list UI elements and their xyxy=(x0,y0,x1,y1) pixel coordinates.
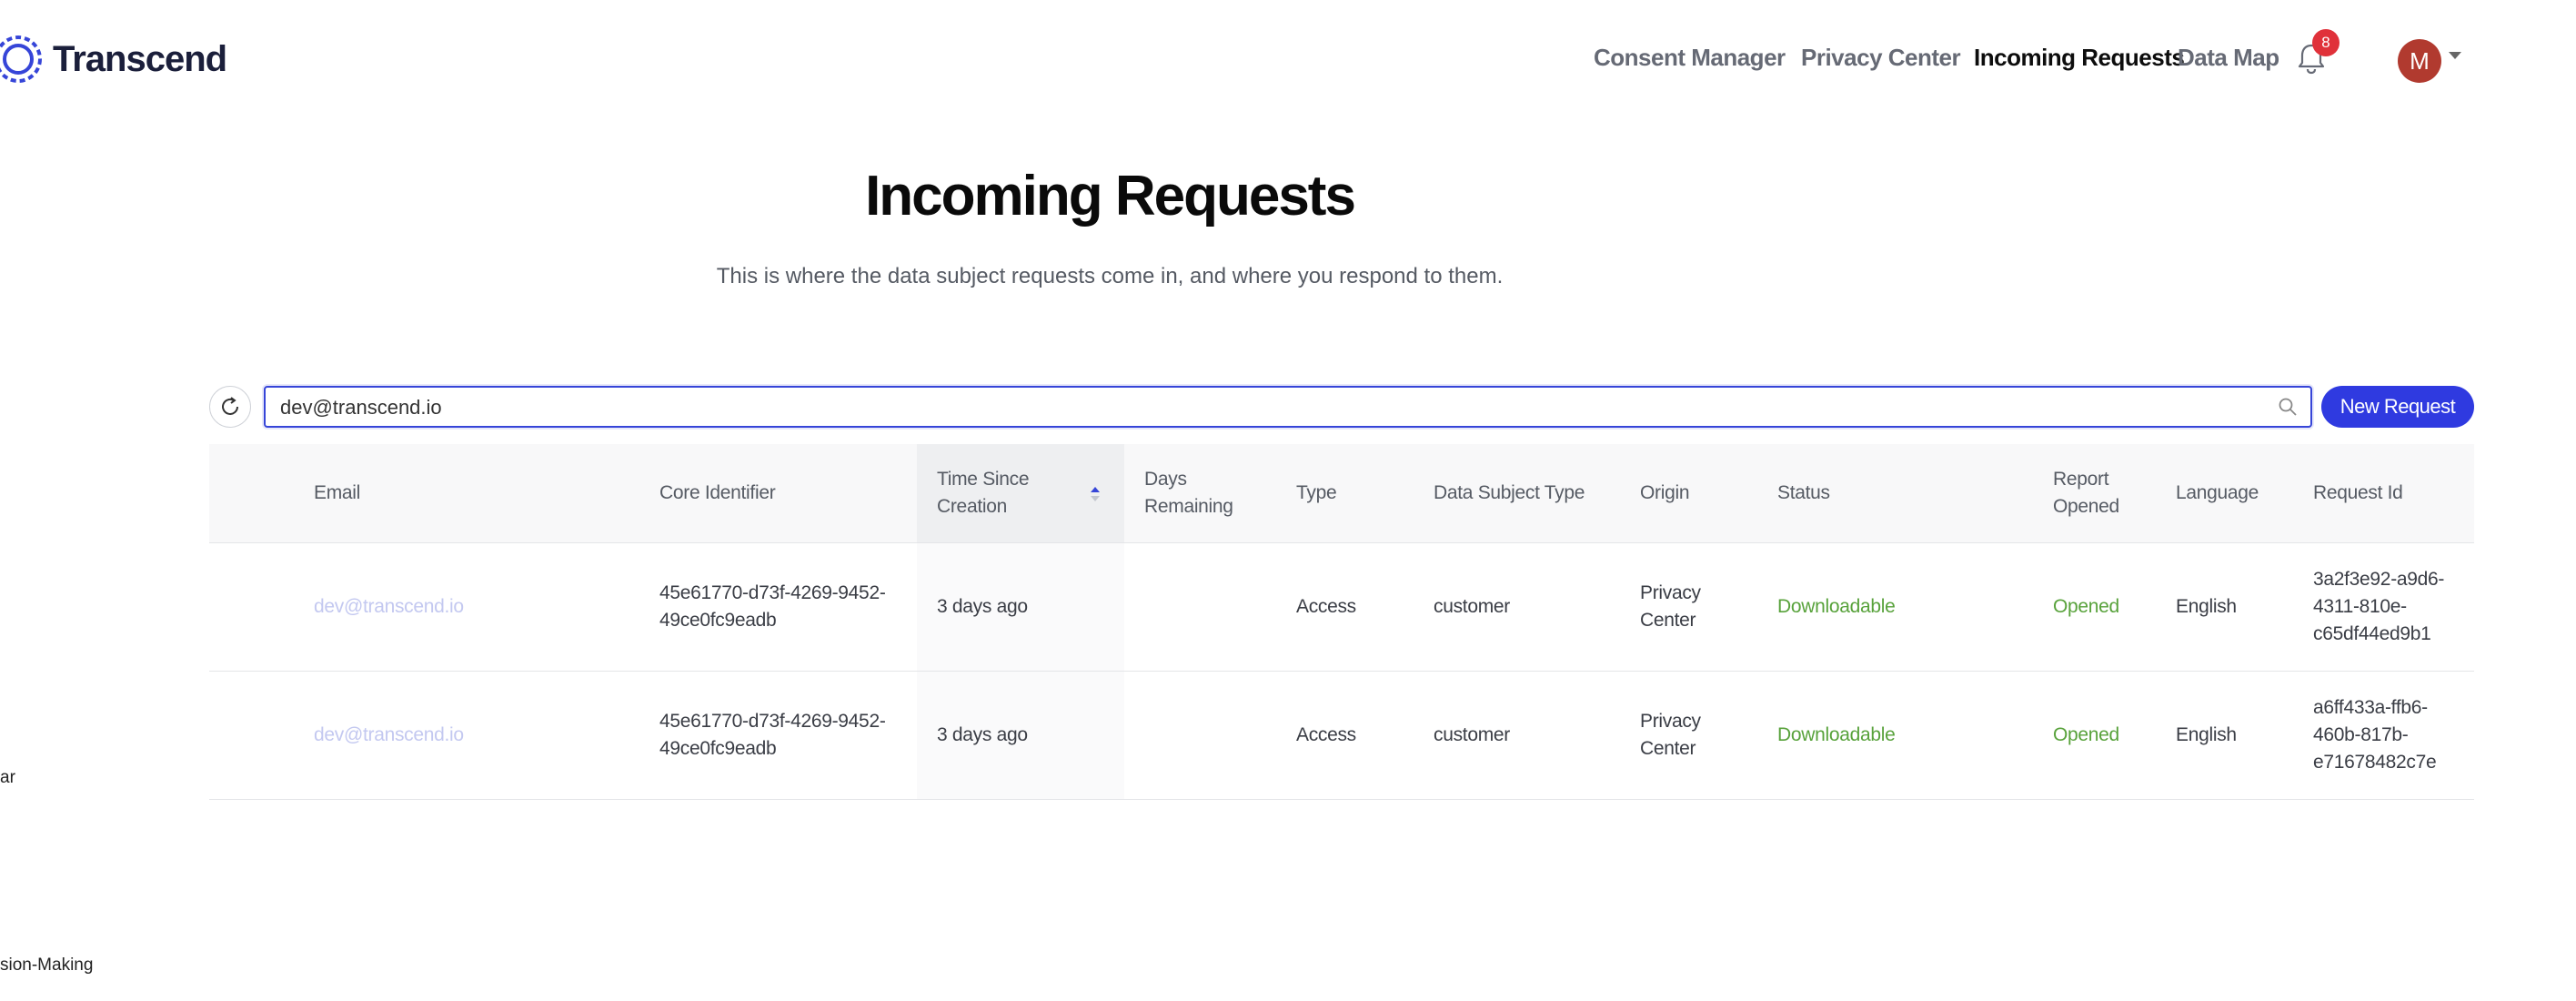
column-header-core-identifier[interactable]: Core Identifier xyxy=(659,444,914,542)
row-core-identifier: 45e61770-d73f-4269-9452- 49ce0fc9eadb xyxy=(659,711,886,759)
page-title: Incoming Requests xyxy=(865,165,1356,228)
row-days-remaining xyxy=(1144,672,1281,799)
user-avatar[interactable]: M xyxy=(2398,39,2441,83)
brand-name: Transcend xyxy=(53,38,227,79)
column-header-report-opened[interactable]: Report Opened xyxy=(2053,444,2162,542)
row-report-opened: Opened xyxy=(2053,724,2119,745)
sidebar-fragment: ar xyxy=(0,768,15,787)
sidebar-fragment: sion-Making xyxy=(0,956,94,975)
row-language: English xyxy=(2176,724,2237,745)
row-time-since-creation: 3 days ago xyxy=(917,543,1124,671)
brand-logo[interactable]: Transcend xyxy=(0,27,227,91)
notification-badge: 8 xyxy=(2312,29,2340,56)
row-origin: Privacy Center xyxy=(1640,582,1701,631)
row-time-since-creation: 3 days ago xyxy=(917,672,1124,799)
row-data-subject-type: customer xyxy=(1434,724,1510,745)
row-request-id: a6ff433a-ffb6- 460b-817b-e71678482c7e xyxy=(2313,697,2437,773)
column-header-origin[interactable]: Origin xyxy=(1640,444,1767,542)
column-header-status[interactable]: Status xyxy=(1777,444,2041,542)
nav-data-map[interactable]: Data Map xyxy=(2178,44,2279,72)
row-origin: Privacy Center xyxy=(1640,711,1701,759)
column-header-time-since-creation[interactable]: Time Since Creation xyxy=(917,444,1124,542)
table-row[interactable]: dev@transcend.io 45e61770-d73f-4269-9452… xyxy=(209,672,2474,800)
chevron-down-icon[interactable] xyxy=(2449,52,2461,59)
row-email[interactable]: dev@transcend.io xyxy=(314,672,587,799)
row-days-remaining xyxy=(1144,543,1281,671)
page-subtitle: This is where the data subject requests … xyxy=(716,264,1504,288)
transcend-logo-icon xyxy=(0,35,42,83)
nav-consent-manager[interactable]: Consent Manager xyxy=(1594,44,1786,72)
row-request-id: 3a2f3e92-a9d6- 4311-810e-c65df44ed9b1 xyxy=(2313,569,2445,644)
top-nav: Consent Manager Privacy Center Incoming … xyxy=(1594,0,2576,118)
table-header: Email Core Identifier Time Since Creation… xyxy=(209,444,2474,543)
column-header-email[interactable]: Email xyxy=(314,444,587,542)
column-header-data-subject-type[interactable]: Data Subject Type xyxy=(1434,444,1634,542)
table-row[interactable]: dev@transcend.io 45e61770-d73f-4269-9452… xyxy=(209,543,2474,672)
column-header-type[interactable]: Type xyxy=(1296,444,1424,542)
search-input[interactable] xyxy=(278,388,2265,428)
search-box xyxy=(264,386,2312,428)
row-email[interactable]: dev@transcend.io xyxy=(314,543,587,671)
refresh-icon xyxy=(222,397,238,415)
search-icon[interactable] xyxy=(2278,397,2298,417)
row-core-identifier: 45e61770-d73f-4269-9452- 49ce0fc9eadb xyxy=(659,582,886,631)
row-status: Downloadable xyxy=(1777,724,1896,745)
row-language: English xyxy=(2176,596,2237,617)
app-header: Transcend Consent Manager Privacy Center… xyxy=(0,0,2576,118)
row-status: Downloadable xyxy=(1777,596,1896,617)
column-header-request-id[interactable]: Request Id xyxy=(2313,444,2468,542)
nav-incoming-requests[interactable]: Incoming Requests xyxy=(1974,44,2185,72)
column-header-language[interactable]: Language xyxy=(2176,444,2303,542)
row-data-subject-type: customer xyxy=(1434,596,1510,617)
column-header-days-remaining[interactable]: Days Remaining xyxy=(1144,444,1281,542)
requests-table: Email Core Identifier Time Since Creation… xyxy=(209,444,2474,800)
nav-privacy-center[interactable]: Privacy Center xyxy=(1801,44,1961,72)
refresh-button[interactable] xyxy=(209,386,251,428)
row-type: Access xyxy=(1296,596,1356,617)
row-report-opened: Opened xyxy=(2053,596,2119,617)
new-request-button[interactable]: New Request xyxy=(2321,386,2474,428)
sort-arrows-icon[interactable] xyxy=(1090,484,1101,504)
row-type: Access xyxy=(1296,724,1356,745)
